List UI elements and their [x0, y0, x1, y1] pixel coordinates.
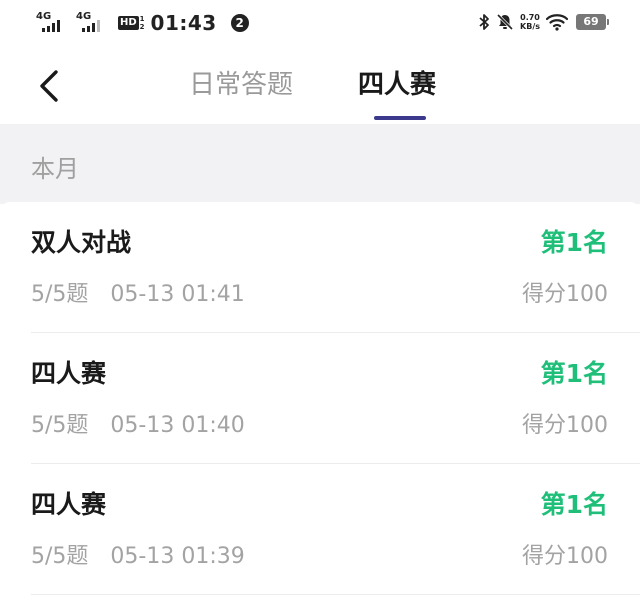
record-score: 得分100 [522, 413, 608, 438]
signal-1: 4G [36, 12, 70, 34]
status-bar-left: 4G 4G HD 1 2 01:43 2 [36, 11, 249, 35]
record-rank: 第1名 [540, 490, 608, 519]
record-score: 得分100 [522, 544, 608, 569]
record-meta: 5/5题 05-13 01:41 [31, 280, 245, 310]
notification-count-badge: 2 [230, 14, 249, 32]
status-bar: 4G 4G HD 1 2 01:43 2 0.70 KB/s 69 [0, 0, 640, 50]
record-time: 05-13 01:39 [110, 544, 245, 569]
signal-bars-icon [82, 20, 100, 32]
back-button[interactable] [30, 64, 70, 108]
status-bar-right: 0.70 KB/s 69 [472, 13, 609, 31]
status-time: 01:43 [150, 11, 217, 35]
record-progress: 5/5题 [31, 282, 89, 307]
month-section-header: 本月 [0, 124, 640, 204]
record-list: 双人对战 第1名 5/5题 05-13 01:41 得分100 四人赛 第1名 5… [0, 202, 640, 598]
list-item[interactable]: 四人赛 第1名 5/5题 05-13 01:40 得分100 [0, 333, 640, 464]
battery-icon: 69 [576, 14, 609, 30]
record-rank: 第1名 [540, 228, 608, 257]
record-progress: 5/5题 [31, 413, 89, 438]
list-item[interactable]: 双人对战 第1名 5/5题 05-13 01:41 得分100 [0, 202, 640, 333]
record-progress: 5/5题 [31, 544, 89, 569]
record-title: 四人赛 [31, 490, 107, 519]
record-time: 05-13 01:40 [110, 413, 245, 438]
chevron-left-icon [40, 70, 58, 102]
record-rank: 第1名 [540, 359, 608, 388]
network-speed: 0.70 KB/s [520, 13, 540, 31]
record-score: 得分100 [522, 282, 608, 307]
mute-bell-icon [496, 13, 514, 31]
record-time: 05-13 01:41 [110, 282, 245, 307]
record-title: 双人对战 [31, 228, 132, 257]
record-meta: 5/5题 05-13 01:39 [31, 542, 245, 572]
signal-2: 4G [76, 12, 110, 34]
wifi-icon [546, 13, 568, 31]
hd-voice-icon: HD 1 2 [118, 15, 145, 31]
list-item[interactable]: 四人赛 第1名 5/5题 05-13 01:39 得分100 [0, 464, 640, 595]
record-title: 四人赛 [31, 359, 107, 388]
section-label: 本月 [31, 155, 79, 183]
divider [31, 594, 640, 595]
bluetooth-icon [478, 13, 490, 31]
tab-daily-quiz[interactable]: 日常答题 [189, 68, 293, 102]
active-tab-indicator [374, 116, 426, 120]
nav-bar: 日常答题 四人赛 [0, 50, 640, 124]
tab-four-player-match[interactable]: 四人赛 [358, 68, 436, 102]
record-meta: 5/5题 05-13 01:40 [31, 411, 245, 441]
signal-bars-icon [42, 20, 60, 32]
